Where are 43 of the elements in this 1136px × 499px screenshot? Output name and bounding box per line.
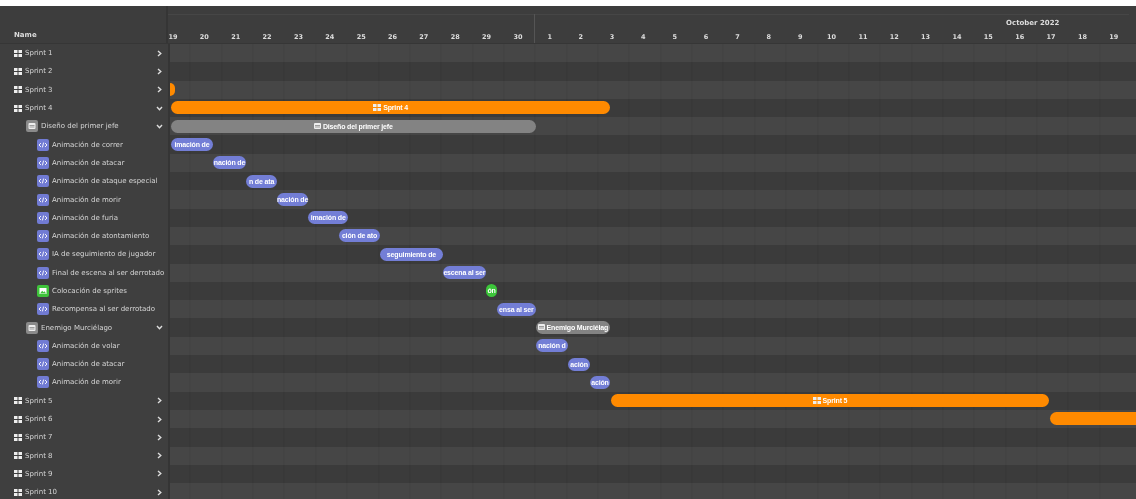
code-icon xyxy=(37,193,49,206)
chevron-right-icon[interactable] xyxy=(156,397,163,405)
chevron-down-icon[interactable] xyxy=(156,122,163,130)
grid-icon xyxy=(14,86,22,94)
code-icon xyxy=(37,339,49,352)
chevron-right-icon[interactable] xyxy=(156,452,163,460)
chevron-right-icon[interactable] xyxy=(156,488,163,496)
grid-icon xyxy=(14,397,22,405)
code-icon xyxy=(37,376,49,389)
image-icon xyxy=(37,285,49,297)
chevron-down-icon[interactable] xyxy=(156,324,163,332)
code-icon xyxy=(37,230,49,243)
grid-icon xyxy=(14,488,22,496)
grid-icon xyxy=(14,104,22,112)
chevron-right-icon[interactable] xyxy=(156,470,163,478)
grid-icon xyxy=(14,415,22,423)
list-icon xyxy=(313,123,321,130)
code-icon xyxy=(37,156,49,169)
code-icon xyxy=(37,138,49,151)
grid-icon xyxy=(14,67,22,75)
code-icon xyxy=(37,175,49,188)
code-icon xyxy=(37,303,49,316)
list-icon xyxy=(26,321,38,334)
chevron-right-icon[interactable] xyxy=(156,433,163,441)
chevron-right-icon[interactable] xyxy=(156,86,163,94)
grid-icon xyxy=(14,49,22,57)
grid-icon xyxy=(14,452,22,460)
chevron-down-icon[interactable] xyxy=(156,104,163,112)
list-icon xyxy=(537,324,545,331)
grid-icon xyxy=(14,433,22,441)
list-icon xyxy=(26,120,38,133)
sprint-bar[interactable] xyxy=(170,83,175,97)
code-icon xyxy=(37,266,49,279)
chevron-right-icon[interactable] xyxy=(156,415,163,423)
grid-icon xyxy=(373,104,382,112)
sprint-bar[interactable] xyxy=(1049,412,1136,426)
grid-icon xyxy=(14,470,22,478)
code-icon xyxy=(37,248,49,261)
grid-icon xyxy=(812,397,821,405)
chevron-right-icon[interactable] xyxy=(156,49,163,57)
code-icon xyxy=(37,211,49,224)
chevron-right-icon[interactable] xyxy=(156,67,163,75)
code-icon xyxy=(37,358,49,371)
